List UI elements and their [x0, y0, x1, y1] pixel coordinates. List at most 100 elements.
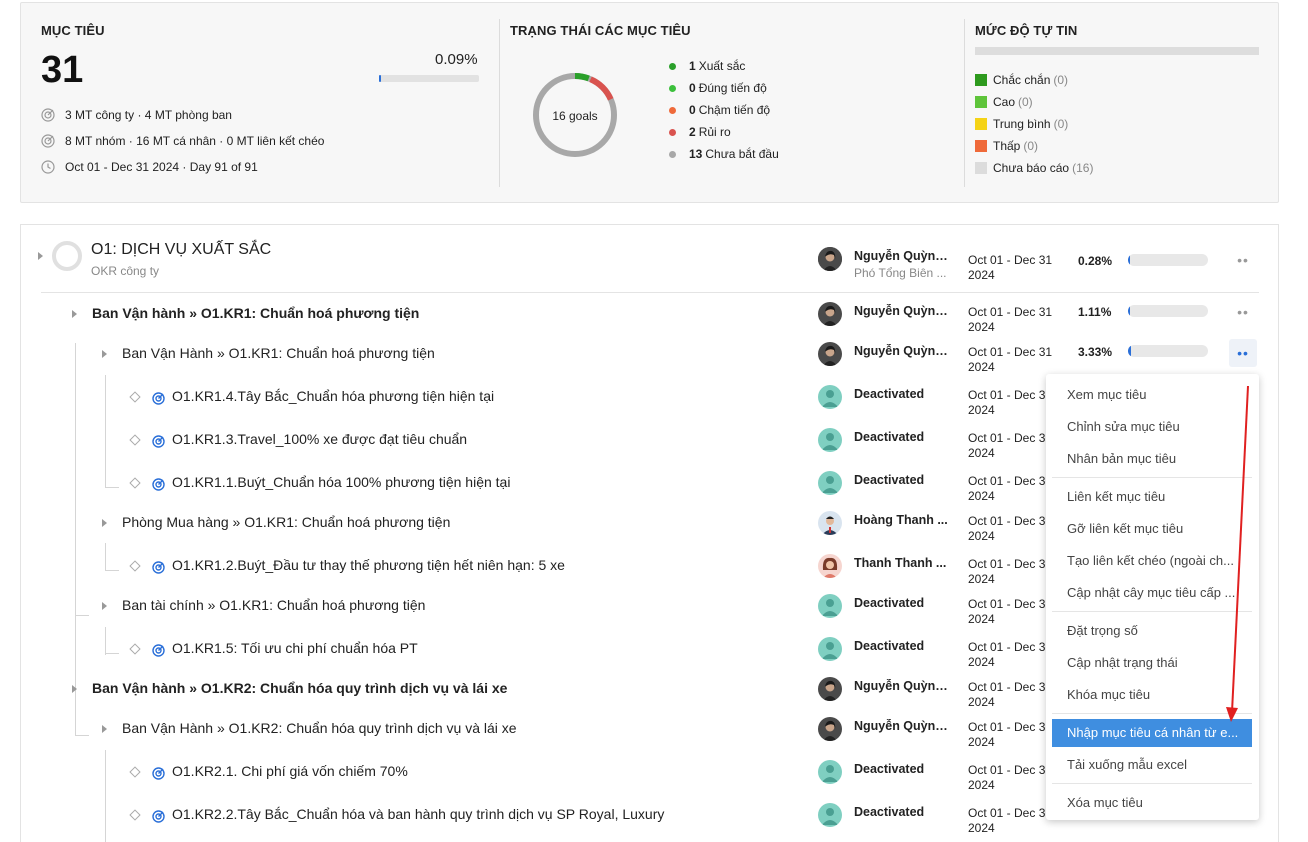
date-range: Oct 01 - Dec 31: [968, 763, 1053, 777]
key-result-row-title[interactable]: O1.KR1.2.Buýt_Đầu tư thay thế phương tiệ…: [172, 557, 565, 573]
key-result-title: O1.KR2: Chuẩn hóa quy trình dịch vụ và l…: [228, 720, 517, 736]
key-result-row-title[interactable]: Ban Vận Hành » O1.KR1: Chuẩn hoá phương …: [122, 345, 435, 361]
owner-name: Nguyễn Quỳnh...: [854, 679, 950, 693]
date-year: 2024: [968, 612, 995, 626]
expand-caret-icon[interactable]: [38, 252, 43, 260]
tree-connector: [105, 570, 119, 571]
objective-date: Oct 01 - Dec 31 2024: [968, 253, 1058, 283]
menu-item[interactable]: Xóa mục tiêu: [1052, 789, 1252, 817]
row-date: Oct 01 - Dec 31 2024: [968, 388, 1058, 418]
key-result-row-title[interactable]: O1.KR1.1.Buýt_Chuẩn hóa 100% phương tiện…: [172, 474, 510, 490]
more-options-button[interactable]: ••: [1229, 246, 1257, 274]
row-date: Oct 01 - Dec 31 2024: [968, 680, 1058, 710]
summary-panel: MỤC TIÊU 31 0.09% 3 MT công ty · 4 MT ph…: [20, 2, 1279, 203]
date-year: 2024: [968, 572, 995, 586]
expand-caret-icon[interactable]: [102, 519, 107, 527]
expand-caret-icon[interactable]: [102, 602, 107, 610]
confidence-label: Chưa báo cáo: [993, 161, 1070, 175]
expand-caret-icon[interactable]: [102, 725, 107, 733]
owner-name: Deactivated: [854, 596, 925, 610]
avatar: [818, 511, 842, 535]
key-result-title: O1.KR1.4.Tây Bắc_Chuẩn hóa phương tiện h…: [172, 388, 495, 404]
owner-name: Deactivated: [854, 762, 925, 776]
key-result-row-title[interactable]: Ban Vận Hành » O1.KR2: Chuẩn hóa quy trì…: [122, 720, 517, 736]
tree-connector: [75, 615, 89, 616]
status-dot-icon: [669, 84, 676, 92]
tree-connector: [75, 718, 76, 736]
date-range: Oct 01 - Dec 31: [968, 640, 1053, 654]
objectives-progress-fill: [379, 75, 381, 82]
key-result-row-title[interactable]: O1.KR1.5: Tối ưu chi phí chuẩn hóa PT: [172, 640, 418, 656]
date-year: 2024: [968, 735, 995, 749]
donut-center-label: 16 goals: [552, 109, 598, 123]
menu-separator: [1052, 783, 1252, 784]
row-date: Oct 01 - Dec 31 2024: [968, 806, 1058, 836]
date-range: Oct 01 - Dec 31: [968, 557, 1053, 571]
date-year: 2024: [968, 529, 995, 543]
confidence-label: Chắc chắn: [993, 73, 1051, 87]
expand-caret-icon[interactable]: [72, 685, 77, 693]
date-range: Oct 01 - Dec 31: [968, 388, 1053, 402]
avatar: [818, 803, 842, 827]
avatar: [818, 302, 842, 326]
tree-connector: [75, 343, 76, 735]
leaf-diamond-icon: [129, 766, 141, 778]
key-result-title: O1.KR1.5: Tối ưu chi phí chuẩn hóa PT: [172, 640, 418, 656]
row-date: Oct 01 - Dec 31 2024: [968, 514, 1058, 544]
key-result-row-title[interactable]: O1.KR2.2.Tây Bắc_Chuẩn hóa và ban hành q…: [172, 806, 664, 822]
leaf-diamond-icon: [129, 477, 141, 489]
key-result-title: O1.KR2.2.Tây Bắc_Chuẩn hóa và ban hành q…: [172, 806, 665, 822]
tree-connector: [105, 543, 106, 571]
date-year: 2024: [968, 778, 995, 792]
menu-item[interactable]: Tải xuống mẫu excel: [1052, 751, 1252, 779]
status-legend-item: 2 Rủi ro: [669, 125, 731, 139]
owner-name: Deactivated: [854, 805, 925, 819]
row-date: Oct 01 - Dec 31 2024: [968, 640, 1058, 670]
row-progress-bar: [1128, 305, 1208, 317]
team-prefix: Ban tài chính »: [122, 597, 220, 613]
avatar: [818, 471, 842, 495]
key-result-row-title[interactable]: O1.KR1.3.Travel_100% xe được đạt tiêu ch…: [172, 431, 467, 447]
confidence-swatch: [975, 96, 987, 108]
confidence-swatch: [975, 74, 987, 86]
objectives-line-3: Oct 01 - Dec 31 2024 · Day 91 of 91: [65, 160, 258, 174]
key-result-row-title[interactable]: O1.KR1.4.Tây Bắc_Chuẩn hóa phương tiện h…: [172, 388, 494, 404]
key-result-title: O1.KR1.1.Buýt_Chuẩn hóa 100% phương tiện…: [172, 474, 511, 490]
expand-caret-icon[interactable]: [72, 310, 77, 318]
confidence-label: Thấp: [993, 139, 1021, 153]
key-result-title: O1.KR1: Chuẩn hoá phương tiện: [219, 597, 426, 613]
summary-divider: [964, 19, 965, 187]
leaf-diamond-icon: [129, 560, 141, 572]
objective-title[interactable]: O1: DỊCH VỤ XUẤT SẮC: [91, 241, 271, 259]
avatar: [818, 717, 842, 741]
tree-connector: [105, 487, 119, 488]
key-result-row-title[interactable]: O1.KR2.1. Chi phí giá vốn chiếm 70%: [172, 763, 408, 779]
row-date: Oct 01 - Dec 31 2024: [968, 474, 1058, 504]
objectives-count: 31: [41, 49, 84, 91]
confidence-legend-item: Chưa báo cáo (16): [975, 161, 1093, 175]
key-result-row-title[interactable]: Ban Vận hành » O1.KR1: Chuẩn hoá phương …: [92, 305, 419, 321]
confidence-count: (0): [1053, 117, 1069, 131]
objectives-line-1: 3 MT công ty · 4 MT phòng ban: [65, 108, 232, 122]
key-result-row-title[interactable]: Ban Vận hành » O1.KR2: Chuẩn hóa quy trì…: [92, 680, 507, 696]
key-result-row-title[interactable]: Ban tài chính » O1.KR1: Chuẩn hoá phương…: [122, 597, 425, 613]
row-date: Oct 01 - Dec 31 2024: [968, 345, 1058, 375]
more-options-button[interactable]: ••: [1229, 298, 1257, 326]
objective-subtitle: OKR công ty: [91, 264, 160, 278]
key-result-row-title[interactable]: Phòng Mua hàng » O1.KR1: Chuẩn hoá phươn…: [122, 514, 450, 530]
expand-caret-icon[interactable]: [102, 350, 107, 358]
date-range: Oct 01 - Dec 31: [968, 305, 1053, 319]
status-count: 13: [689, 147, 703, 161]
date-year: 2024: [968, 403, 995, 417]
tree-connector: [75, 735, 89, 736]
confidence-legend-item: Thấp (0): [975, 139, 1038, 153]
objectives-progress-bar: [379, 75, 479, 82]
more-options-button[interactable]: ••: [1229, 339, 1257, 367]
avatar: [818, 554, 842, 578]
status-count: 2: [689, 125, 696, 139]
status-dot-icon: [669, 106, 676, 114]
tree-connector: [105, 375, 106, 487]
progress-fill: [1128, 254, 1130, 266]
key-result-title: O1.KR2.1. Chi phí giá vốn chiếm 70%: [172, 763, 408, 779]
status-count: 1: [689, 59, 696, 73]
